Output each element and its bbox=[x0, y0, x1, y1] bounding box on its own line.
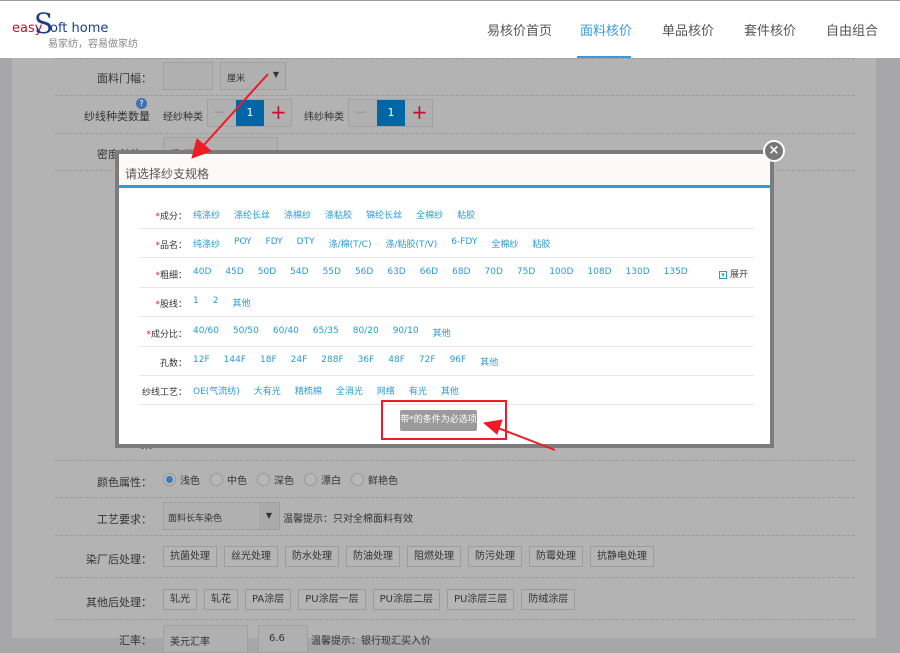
annotation-arrows bbox=[191, 73, 556, 451]
annotation-arrow-icon bbox=[191, 73, 269, 159]
annotation-arrow-icon bbox=[482, 419, 556, 451]
